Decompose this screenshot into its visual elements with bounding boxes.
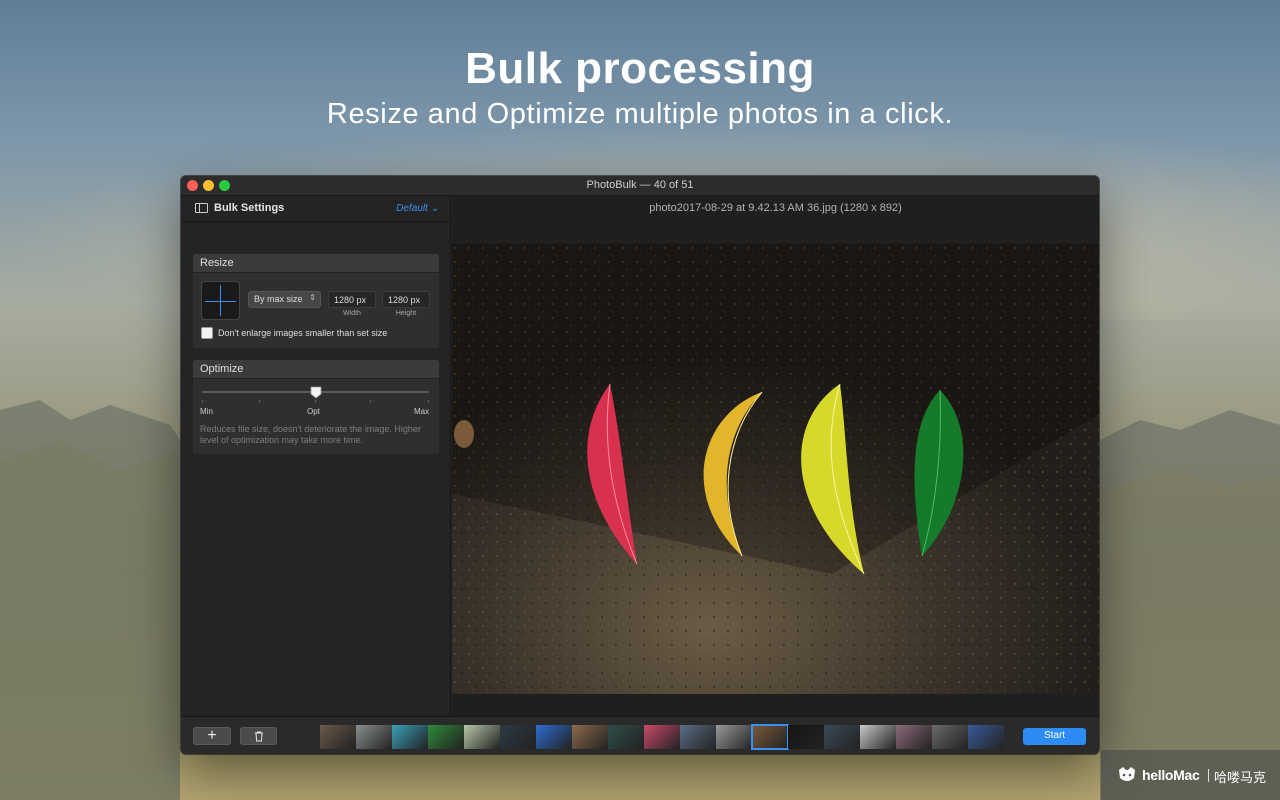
slider-min-label: Min xyxy=(200,407,213,416)
trash-icon xyxy=(254,731,263,742)
slider-tick xyxy=(428,400,429,403)
hellomac-logo-icon xyxy=(1119,767,1135,781)
thumbnail[interactable] xyxy=(428,725,464,749)
resize-panel-header: Resize xyxy=(193,254,439,273)
watermark: helloMac 哈喽马克 xyxy=(1101,750,1280,800)
sidebar-toggle-icon[interactable] xyxy=(195,203,208,213)
thumbnail[interactable] xyxy=(608,725,644,749)
thumbnail[interactable] xyxy=(896,725,932,749)
thumbnail[interactable] xyxy=(932,725,968,749)
preset-label: Default xyxy=(396,203,428,214)
optimize-panel-header: Optimize xyxy=(193,360,439,379)
thumbnail[interactable] xyxy=(644,725,680,749)
width-field[interactable]: 1280 px xyxy=(328,291,376,308)
thumbnail[interactable] xyxy=(356,725,392,749)
watermark-separator xyxy=(1208,769,1209,782)
slider-opt-label: Opt xyxy=(307,407,320,416)
thumbnail[interactable] xyxy=(320,725,356,749)
preset-dropdown[interactable]: Default ⌄ xyxy=(396,203,439,214)
crosshair-vertical xyxy=(220,285,221,316)
slider-tick xyxy=(202,400,203,403)
thumbnail[interactable] xyxy=(968,725,1004,749)
height-label: Height xyxy=(395,310,417,317)
bottom-toolbar: + Start xyxy=(181,716,1099,754)
thumbnail[interactable] xyxy=(392,725,428,749)
thumbnail[interactable] xyxy=(680,725,716,749)
thumbnail[interactable] xyxy=(572,725,608,749)
preview-photo xyxy=(452,244,1099,694)
thumbnail[interactable] xyxy=(536,725,572,749)
dont-enlarge-label[interactable]: Don't enlarge images smaller than set si… xyxy=(218,328,387,338)
settings-sidebar: Bulk Settings Default ⌄ Resize By max si… xyxy=(181,196,451,716)
sidebar-header: Bulk Settings Default ⌄ xyxy=(181,196,451,222)
thumbnail-strip xyxy=(320,724,1004,750)
thumbnail[interactable] xyxy=(751,724,789,750)
sidebar-title: Bulk Settings xyxy=(214,202,285,214)
thumbnail[interactable] xyxy=(788,725,824,749)
start-button[interactable]: Start xyxy=(1023,728,1086,745)
thumbnail[interactable] xyxy=(500,725,536,749)
optimize-slider-knob[interactable] xyxy=(310,386,322,399)
thumbnail[interactable] xyxy=(716,725,752,749)
app-window: PhotoBulk — 40 of 51 Bulk Settings Defau… xyxy=(181,176,1099,754)
preview-area: photo2017-08-29 at 9.42.13 AM 36.jpg (12… xyxy=(452,196,1099,716)
thumbnail[interactable] xyxy=(824,725,860,749)
resize-mode-select[interactable]: By max size ⇕ xyxy=(248,291,321,308)
thumbnail[interactable] xyxy=(860,725,896,749)
optimize-panel: Optimize Min Opt Max Reduces file size, … xyxy=(193,360,439,454)
window-title: PhotoBulk — 40 of 51 xyxy=(586,179,694,191)
slider-tick xyxy=(315,400,316,403)
watermark-chinese: 哈喽马克 xyxy=(1214,770,1267,785)
resize-mode-value: By max size xyxy=(254,294,303,304)
thumbnail[interactable] xyxy=(464,725,500,749)
delete-button[interactable] xyxy=(240,727,277,745)
width-label: Width xyxy=(343,310,361,317)
height-field[interactable]: 1280 px xyxy=(382,291,430,308)
dont-enlarge-checkbox[interactable] xyxy=(201,327,213,339)
preview-filename: photo2017-08-29 at 9.42.13 AM 36.jpg (12… xyxy=(649,202,902,214)
hero-title: Bulk processing xyxy=(465,44,815,93)
slider-max-label: Max xyxy=(414,407,430,416)
slider-tick xyxy=(370,400,371,403)
resize-crosshair-icon xyxy=(201,281,240,320)
hero-subtitle: Resize and Optimize multiple photos in a… xyxy=(326,98,954,130)
resize-panel: Resize By max size ⇕ 1280 px 1280 px Wid… xyxy=(193,254,439,348)
optimize-description: Reduces file size, doesn't deteriorate t… xyxy=(200,424,421,445)
watermark-brand: helloMac xyxy=(1142,767,1200,783)
add-photos-button[interactable]: + xyxy=(193,727,231,745)
title-bar: PhotoBulk — 40 of 51 xyxy=(181,176,1099,196)
slider-tick xyxy=(259,400,260,403)
updown-arrows-icon: ⇕ xyxy=(309,293,316,302)
chevron-down-icon: ⌄ xyxy=(427,203,439,214)
